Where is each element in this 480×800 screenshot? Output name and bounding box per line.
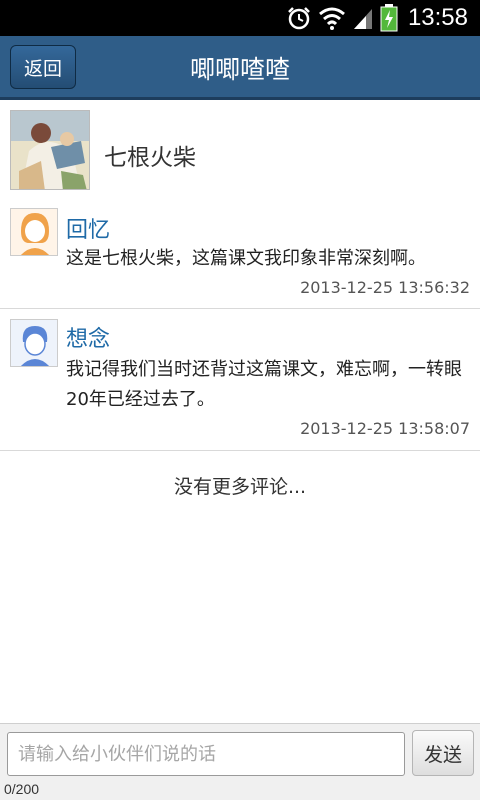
battery-charging-icon [380,4,398,32]
page-title: 唧唧喳喳 [189,55,290,84]
no-more-comments[interactable]: 没有更多评论... [0,472,480,499]
female-avatar-icon [10,208,58,256]
signal-icon [354,9,372,29]
comment-text: 我记得我们当时还背过这篇课文，难忘啊，一转眼20年已经过去了。 [66,359,462,410]
male-avatar-icon [10,319,58,367]
status-bar: 13:58 [0,0,480,36]
comment-item[interactable]: 回忆 这是七根火柴，这篇课文我印象非常深刻啊。 2013-12-25 13:56… [0,200,480,309]
comment-item[interactable]: 想念 我记得我们当时还背过这篇课文，难忘啊，一转眼20年已经过去了。 2013-… [0,309,480,451]
send-button[interactable]: 发送 [412,730,474,776]
comment-composer: 发送 0/200 [0,723,480,800]
app-header: 返回 唧唧喳喳 [0,36,480,100]
comment-list[interactable]: 七根火柴 回忆 这是七根火柴，这篇课文我印象非常深刻啊。 2013-12-25 … [0,100,480,723]
post-title: 七根火柴 [104,145,196,171]
post-cover-image [10,110,90,190]
comment-time: 2013-12-25 13:56:32 [300,278,470,297]
comment-author[interactable]: 想念 [66,321,110,353]
alarm-icon [288,7,310,30]
comment-input[interactable] [7,732,405,776]
comment-time: 2013-12-25 13:58:07 [300,419,470,438]
comment-author[interactable]: 回忆 [66,212,110,244]
clock-text: 13:58 [407,4,468,31]
comment-text: 这是七根火柴，这篇课文我印象非常深刻啊。 [66,248,426,269]
post-summary[interactable]: 七根火柴 [0,100,480,200]
wifi-icon [319,7,345,30]
char-counter: 0/200 [4,781,40,797]
